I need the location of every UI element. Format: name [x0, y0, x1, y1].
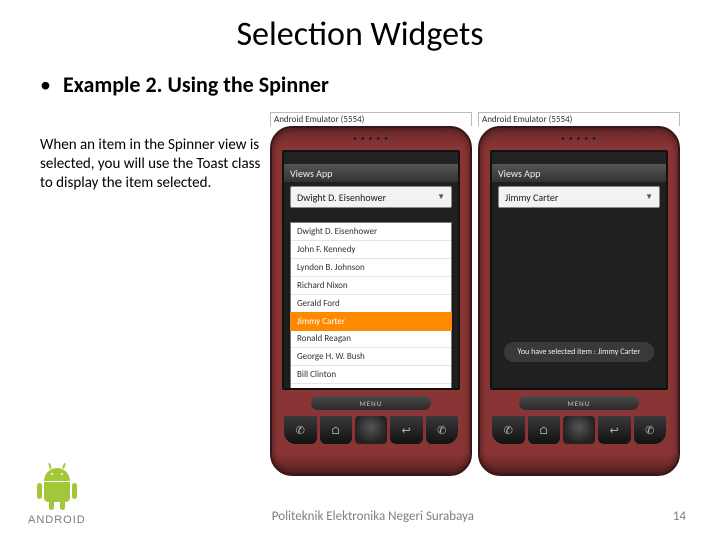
app-bar-title: Views App — [498, 167, 540, 180]
earpiece-icon: • • • • • — [480, 134, 678, 144]
back-button[interactable]: ↩ — [598, 416, 631, 444]
footer-text: Politeknik Elektronika Negeri Surabaya — [86, 509, 660, 526]
dropdown-option[interactable]: Lyndon B. Johnson — [291, 259, 451, 277]
phone-body: • • • • • Views App Jimmy Carter ▼ You h… — [478, 126, 680, 476]
chevron-down-icon: ▼ — [645, 192, 653, 202]
status-bar — [492, 152, 666, 164]
dropdown-option[interactable]: John F. Kennedy — [291, 241, 451, 259]
bullet-item: • Example 2. Using the Spinner — [40, 71, 680, 98]
bullet-text: Example 2. Using the Spinner — [63, 71, 329, 98]
emulator-right: Android Emulator (5554) • • • • • Views … — [478, 112, 680, 476]
menu-button[interactable]: MENU — [311, 396, 431, 410]
phone-screen: Views App Jimmy Carter ▼ You have select… — [490, 150, 668, 390]
dropdown-option[interactable]: Gerald Ford — [291, 295, 451, 313]
toast-message: You have selected item : Jimmy Carter — [504, 342, 654, 362]
chevron-down-icon: ▼ — [437, 192, 445, 202]
screen-content: Dwight D. Eisenhower ▼ Dwight D. Eisenho… — [284, 182, 458, 388]
emulator-left: Android Emulator (5554) • • • • • Views … — [270, 112, 472, 476]
menu-button[interactable]: MENU — [519, 396, 639, 410]
end-call-button[interactable]: ✆ — [426, 416, 459, 444]
earpiece-icon: • • • • • — [272, 134, 470, 144]
slide-title: Selection Widgets — [40, 14, 680, 55]
status-bar — [284, 152, 458, 164]
back-button[interactable]: ↩ — [390, 416, 423, 444]
phone-screen: Views App Dwight D. Eisenhower ▼ Dwight … — [282, 150, 460, 390]
app-bar-title: Views App — [290, 167, 332, 180]
screen-content: Jimmy Carter ▼ You have selected item : … — [492, 182, 666, 388]
app-bar: Views App — [284, 164, 458, 182]
spinner-selected-value: Jimmy Carter — [505, 191, 558, 204]
android-logo: ANDROID — [28, 468, 86, 526]
android-robot-icon — [37, 468, 77, 512]
phone-screenshots: Android Emulator (5554) • • • • • Views … — [270, 112, 680, 476]
phone-body: • • • • • Views App Dwight D. Eisenhower… — [270, 126, 472, 476]
slide-footer: ANDROID Politeknik Elektronika Negeri Su… — [0, 468, 720, 526]
emulator-window-title: Android Emulator (5554) — [270, 112, 472, 126]
home-button[interactable]: ⌂ — [320, 416, 353, 444]
spinner-widget[interactable]: Dwight D. Eisenhower ▼ — [290, 186, 452, 208]
hardware-keys: MENU ✆ ⌂ ↩ ✆ — [490, 396, 668, 466]
dropdown-option[interactable]: Dwight D. Eisenhower — [291, 223, 451, 241]
dropdown-option[interactable]: Ronald Reagan — [291, 330, 451, 348]
dropdown-option[interactable]: Jimmy Carter — [290, 312, 452, 331]
dpad[interactable] — [563, 416, 595, 444]
page-number: 14 — [660, 509, 720, 526]
android-wordmark: ANDROID — [28, 514, 86, 526]
dropdown-option[interactable]: George H. W. Bush — [291, 348, 451, 366]
app-bar: Views App — [492, 164, 666, 182]
call-button[interactable]: ✆ — [492, 416, 525, 444]
dropdown-option[interactable]: Bill Clinton — [291, 366, 451, 384]
spinner-dropdown[interactable]: Dwight D. EisenhowerJohn F. KennedyLyndo… — [290, 222, 452, 390]
spinner-selected-value: Dwight D. Eisenhower — [297, 191, 386, 204]
end-call-button[interactable]: ✆ — [634, 416, 667, 444]
home-button[interactable]: ⌂ — [528, 416, 561, 444]
hardware-keys: MENU ✆ ⌂ ↩ ✆ — [282, 396, 460, 466]
dropdown-option[interactable]: George W. Bush — [291, 384, 451, 390]
emulator-window-title: Android Emulator (5554) — [478, 112, 680, 126]
slide: Selection Widgets • Example 2. Using the… — [0, 0, 720, 540]
dpad[interactable] — [355, 416, 387, 444]
description-text: When an item in the Spinner view is sele… — [40, 112, 266, 476]
body-row: When an item in the Spinner view is sele… — [40, 112, 680, 476]
call-button[interactable]: ✆ — [284, 416, 317, 444]
spinner-widget[interactable]: Jimmy Carter ▼ — [498, 186, 660, 208]
bullet-dot-icon: • — [40, 71, 51, 98]
dropdown-option[interactable]: Richard Nixon — [291, 277, 451, 295]
